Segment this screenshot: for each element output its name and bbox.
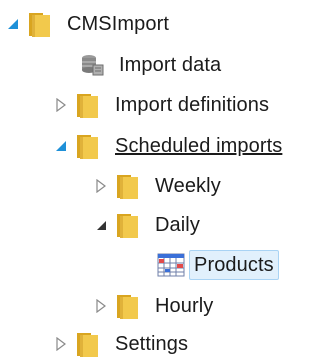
database-icon — [80, 53, 104, 77]
tree-node-cmsimport[interactable]: CMSImport — [6, 6, 172, 42]
collapsed-arrow-icon[interactable] — [94, 299, 108, 313]
expanded-arrow-icon[interactable] — [94, 218, 108, 232]
tree-node-settings[interactable]: Settings — [54, 326, 191, 361]
tree-node-label: Daily — [155, 214, 200, 236]
tree-node-label: Hourly — [155, 295, 214, 317]
tree-node-label: Settings — [115, 333, 189, 355]
tree-node-label: Import data — [119, 54, 222, 76]
folder-icon — [28, 10, 52, 38]
calendar-grid-icon — [157, 253, 185, 277]
folder-icon — [76, 330, 100, 358]
tree-node-import-data[interactable]: Import data — [58, 47, 224, 83]
tree-node-label: Scheduled imports — [115, 135, 283, 157]
tree-node-label: CMSImport — [67, 13, 170, 35]
tree-node-daily[interactable]: Daily — [94, 207, 203, 243]
collapsed-arrow-icon[interactable] — [54, 337, 68, 351]
tree-node-label: Products — [189, 250, 279, 280]
expanded-arrow-icon[interactable] — [6, 17, 20, 31]
folder-icon — [76, 132, 100, 160]
tree-node-weekly[interactable]: Weekly — [94, 168, 224, 204]
expanded-arrow-icon[interactable] — [54, 139, 68, 153]
folder-icon — [116, 292, 140, 320]
collapsed-arrow-icon[interactable] — [94, 179, 108, 193]
folder-icon — [116, 172, 140, 200]
tree-node-label: Import definitions — [115, 94, 270, 116]
tree-node-hourly[interactable]: Hourly — [94, 288, 216, 324]
folder-icon — [116, 211, 140, 239]
folder-icon — [76, 91, 100, 119]
tree-node-products[interactable]: Products — [135, 247, 279, 283]
tree-node-label: Weekly — [155, 175, 221, 197]
collapsed-arrow-icon[interactable] — [54, 98, 68, 112]
tree-node-import-definitions[interactable]: Import definitions — [54, 87, 272, 123]
tree-node-scheduled-imports[interactable]: Scheduled imports — [54, 128, 285, 164]
tree-view: CMSImport Import data Import definitions… — [0, 0, 320, 361]
